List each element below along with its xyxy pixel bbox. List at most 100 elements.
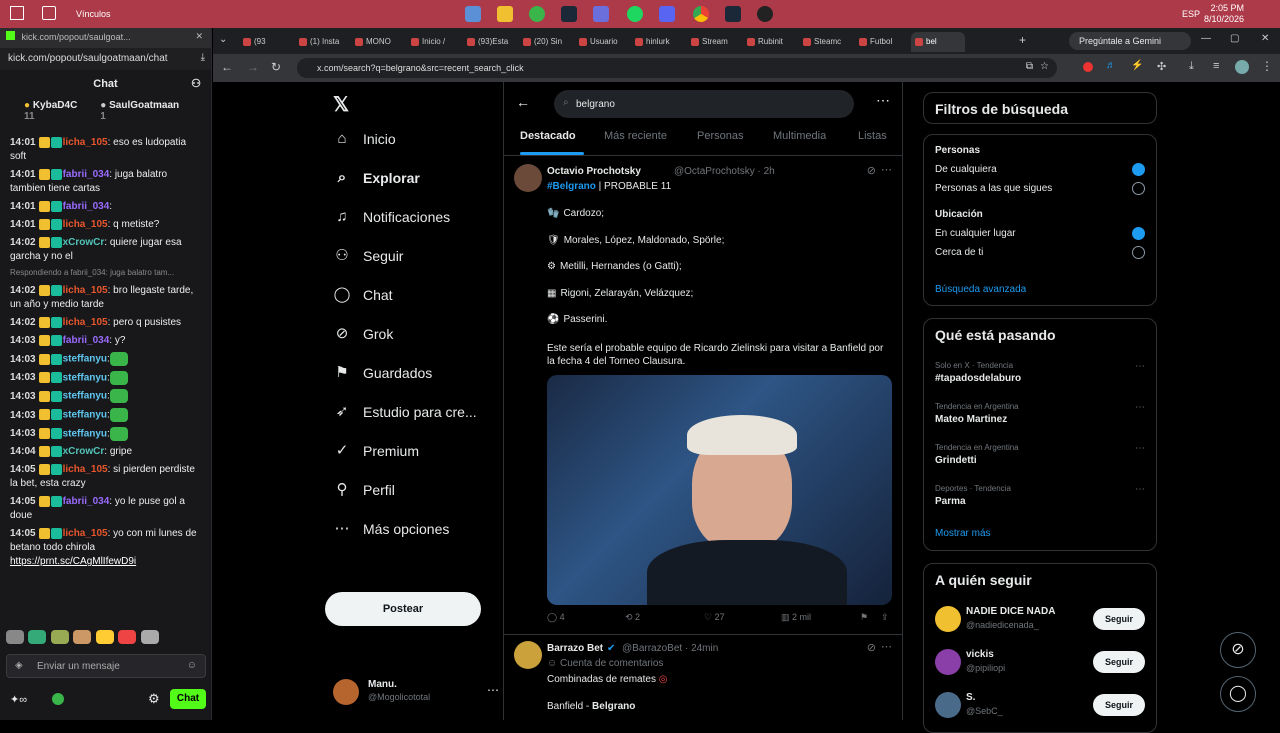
more-icon[interactable]: ⋯: [1135, 484, 1145, 495]
more-icon[interactable]: ⋯: [1135, 402, 1145, 413]
discord-icon[interactable]: [659, 6, 675, 22]
filter-option[interactable]: Personas a las que sigues: [935, 183, 1052, 194]
advanced-search-link[interactable]: Búsqueda avanzada: [935, 284, 1026, 295]
browser-tab[interactable]: (93: [239, 32, 293, 52]
steam-icon[interactable]: [561, 6, 577, 22]
new-tab-icon[interactable]: +: [1019, 33, 1026, 47]
follow-button[interactable]: Seguir: [1093, 694, 1145, 716]
views-button[interactable]: ▥ 2 mil: [781, 612, 811, 623]
minimize-icon[interactable]: —: [1201, 33, 1211, 44]
message-user[interactable]: licha_105: [63, 317, 108, 328]
download-icon[interactable]: ⤓: [201, 52, 205, 63]
tweet-author[interactable]: Octavio Prochotsky: [547, 166, 641, 177]
filter-option[interactable]: Cerca de ti: [935, 247, 983, 258]
browser-tab[interactable]: Futbol: [855, 32, 909, 52]
browser-tab[interactable]: (20) Sin: [519, 32, 573, 52]
follow-name[interactable]: NADIE DICE NADA: [966, 606, 1055, 617]
follow-suggestion[interactable]: vickis @pipiliopi Seguir: [924, 647, 1156, 685]
emote-icon[interactable]: [50, 629, 69, 644]
chat-message[interactable]: 14:05 licha_105: yo con mi lunes de betan…: [0, 525, 212, 571]
tweet[interactable]: Octavio Prochotsky @OctaProchotsky · 2h …: [504, 156, 902, 634]
trend-item[interactable]: Tendencia en Argentina Mateo Martinez ⋯: [924, 402, 1156, 438]
xbox-icon[interactable]: [529, 6, 545, 22]
chat-message[interactable]: 14:01 fabrii_034:: [0, 198, 212, 216]
emote-icon[interactable]: [73, 629, 92, 644]
tab-search-icon[interactable]: ⌄: [219, 34, 227, 45]
chat-fab-icon[interactable]: ◯: [1220, 676, 1256, 712]
tweet-photo[interactable]: [547, 375, 892, 605]
hashtag-link[interactable]: #Belgrano: [547, 181, 596, 192]
chat-message[interactable]: 14:01 fabrii_034: juga balatro tambien ti…: [0, 166, 212, 198]
follow-button[interactable]: Seguir: [1093, 608, 1145, 630]
address-input[interactable]: x.com/search?q=belgrano&src=recent_searc…: [297, 58, 1057, 78]
steam-icon-2[interactable]: [725, 6, 741, 22]
kick-coin-icon[interactable]: [52, 693, 64, 705]
message-user[interactable]: licha_105: [63, 219, 108, 230]
bookmark-icon[interactable]: ⚑: [860, 612, 868, 623]
nav-seguir[interactable]: ⚇ Seguir: [333, 247, 403, 265]
install-icon[interactable]: ⧉: [1026, 61, 1033, 72]
browser-tab[interactable]: Usuario: [575, 32, 629, 52]
chat-message[interactable]: 14:03 steffanyu:: [0, 387, 212, 406]
gemini-button[interactable]: Pregúntale a Gemini: [1069, 32, 1191, 50]
language-indicator[interactable]: ESP: [1182, 9, 1200, 19]
x-logo-icon[interactable]: 𝕏: [333, 92, 349, 117]
message-user[interactable]: xCrowCr: [63, 237, 105, 248]
reply-note[interactable]: Respondiendo a fabrii_034: juga balatro …: [10, 264, 202, 280]
puzzle-icon[interactable]: ✣: [1157, 60, 1166, 73]
chat-message[interactable]: 14:02 licha_105: pero q pusistes: [0, 314, 212, 332]
nav-inicio[interactable]: ⌂ Inicio: [333, 130, 395, 148]
avatar[interactable]: [935, 649, 961, 675]
extension-icon[interactable]: ♬: [1106, 60, 1116, 71]
chat-message[interactable]: 14:03 steffanyu:: [0, 350, 212, 369]
grok-fab-icon[interactable]: ⊘: [1220, 632, 1256, 668]
chat-message[interactable]: 14:05 fabrii_034: yo le puse gol a doue: [0, 493, 212, 525]
chrome-icon[interactable]: [693, 6, 709, 22]
nav-m-s-opciones[interactable]: ⋯ Más opciones: [333, 520, 450, 538]
task-view-icon[interactable]: [42, 6, 56, 20]
more-icon[interactable]: ⋯: [1135, 361, 1145, 372]
translate-icon[interactable]: ⚡: [1131, 60, 1143, 71]
nav-premium[interactable]: ✓ Premium: [333, 442, 419, 460]
download-icon[interactable]: ⤓: [1189, 60, 1194, 73]
message-user[interactable]: steffanyu: [63, 354, 107, 365]
follow-name[interactable]: S.: [966, 692, 975, 703]
chat-link[interactable]: https://prnt.sc/CAgMlIfewD9i: [10, 555, 202, 569]
message-user[interactable]: licha_105: [63, 285, 108, 296]
close-icon[interactable]: ✕: [195, 31, 203, 42]
more-icon[interactable]: ⋯: [1135, 443, 1145, 454]
post-button[interactable]: Postear: [325, 592, 481, 626]
show-more-link[interactable]: Mostrar más: [935, 528, 991, 539]
reply-button[interactable]: ◯ 4: [547, 612, 565, 623]
message-user[interactable]: xCrowCr: [63, 446, 105, 457]
message-user[interactable]: steffanyu: [63, 372, 107, 383]
nav-notificaciones[interactable]: ♫ Notificaciones: [333, 208, 450, 226]
message-user[interactable]: licha_105: [63, 464, 108, 475]
taskbar-app-icon[interactable]: [465, 6, 481, 22]
emote-icon[interactable]: [118, 629, 137, 644]
send-chat-button[interactable]: Chat: [170, 689, 206, 709]
message-user[interactable]: steffanyu: [63, 410, 107, 421]
more-icon[interactable]: ⋯: [876, 92, 890, 109]
nav-estudio-para-cre-[interactable]: ➶ Estudio para cre...: [333, 403, 477, 421]
trend-item[interactable]: Solo en X · Tendencia #tapadosdelaburo ⋯: [924, 361, 1156, 397]
avatar[interactable]: [514, 164, 542, 192]
search-input[interactable]: ⌕ belgrano: [554, 90, 854, 118]
tab-personas[interactable]: Personas: [697, 130, 743, 142]
settings-gear-icon[interactable]: ⚙: [148, 691, 160, 707]
close-icon[interactable]: ✕: [1261, 33, 1269, 44]
obs-icon[interactable]: [757, 6, 773, 22]
emote-icon[interactable]: [140, 629, 159, 644]
nav-explorar[interactable]: ⌕ Explorar: [333, 169, 420, 187]
avatar[interactable]: [935, 692, 961, 718]
tab-m-s-reciente[interactable]: Más reciente: [604, 130, 667, 142]
chat-message[interactable]: 14:02 licha_105: bro llegaste tarde, un a…: [0, 282, 212, 314]
filter-option[interactable]: De cualquiera: [935, 164, 997, 175]
tab-destacado[interactable]: Destacado: [520, 130, 576, 142]
browser-tab[interactable]: Inicio /: [407, 32, 461, 52]
message-user[interactable]: steffanyu: [63, 391, 107, 402]
chat-message[interactable]: 14:05 licha_105: si pierden perdiste la b…: [0, 461, 212, 493]
follow-suggestion[interactable]: NADIE DICE NADA @nadiedicenada_ Seguir: [924, 604, 1156, 642]
tweet-handle[interactable]: @OctaProchotsky · 2h: [674, 166, 775, 177]
spotify-icon[interactable]: [627, 6, 643, 22]
